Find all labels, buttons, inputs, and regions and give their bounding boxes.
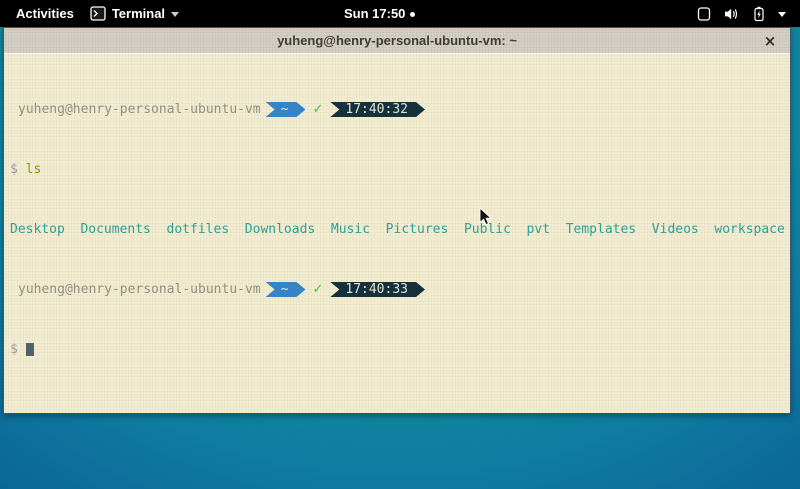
caret-down-icon <box>171 12 179 17</box>
prompt-line: yuheng@henry-personal-ubuntu-vm ~ ✓ 17:4… <box>10 102 790 117</box>
clock-button[interactable]: Sun 17:50 <box>344 0 415 27</box>
prompt-time: 17:40:33 <box>345 282 408 297</box>
prompt-char: $ <box>10 342 18 357</box>
prompt-path-segment: ~ <box>266 282 306 297</box>
prompt-time-segment: 17:40:32 <box>330 102 425 117</box>
window-titlebar[interactable]: yuheng@henry-personal-ubuntu-vm: ~ × <box>4 28 790 54</box>
terminal-app-icon <box>90 6 106 21</box>
ls-output-line: Desktop Documents dotfiles Downloads Mus… <box>10 222 790 237</box>
notification-dot-icon <box>410 12 415 17</box>
status-check-icon: ✓ <box>312 282 323 297</box>
prompt-time: 17:40:32 <box>345 102 408 117</box>
terminal-window: yuheng@henry-personal-ubuntu-vm: ~ × yuh… <box>3 27 791 414</box>
app-menu-terminal[interactable]: Terminal <box>90 6 179 21</box>
close-button[interactable]: × <box>760 28 780 54</box>
prompt-user-host: yuheng@henry-personal-ubuntu-vm <box>10 282 261 297</box>
system-status-area[interactable] <box>696 0 800 27</box>
app-menu-label: Terminal <box>112 6 165 21</box>
activities-button[interactable]: Activities <box>14 4 76 23</box>
terminal-content[interactable]: yuheng@henry-personal-ubuntu-vm ~ ✓ 17:4… <box>4 54 790 413</box>
typed-command: ls <box>26 162 42 177</box>
status-check-icon: ✓ <box>312 102 323 117</box>
prompt-line: yuheng@henry-personal-ubuntu-vm ~ ✓ 17:4… <box>10 282 790 297</box>
gnome-top-bar: Activities Terminal Sun 17:50 <box>0 0 800 27</box>
prompt-path-segment: ~ <box>266 102 306 117</box>
screen-icon <box>696 6 712 22</box>
prompt-user-host: yuheng@henry-personal-ubuntu-vm <box>10 102 261 117</box>
prompt-time-segment: 17:40:33 <box>330 282 425 297</box>
prompt-path: ~ <box>281 102 289 117</box>
clock-label: Sun 17:50 <box>344 6 405 21</box>
command-line: $ ls <box>10 162 790 177</box>
caret-down-icon <box>778 12 786 17</box>
input-line[interactable]: $ <box>10 342 790 357</box>
volume-icon <box>723 6 740 22</box>
terminal-cursor <box>26 343 34 356</box>
window-title: yuheng@henry-personal-ubuntu-vm: ~ <box>277 33 517 48</box>
battery-charging-icon <box>751 6 767 22</box>
prompt-path: ~ <box>281 282 289 297</box>
prompt-char: $ <box>10 162 18 177</box>
